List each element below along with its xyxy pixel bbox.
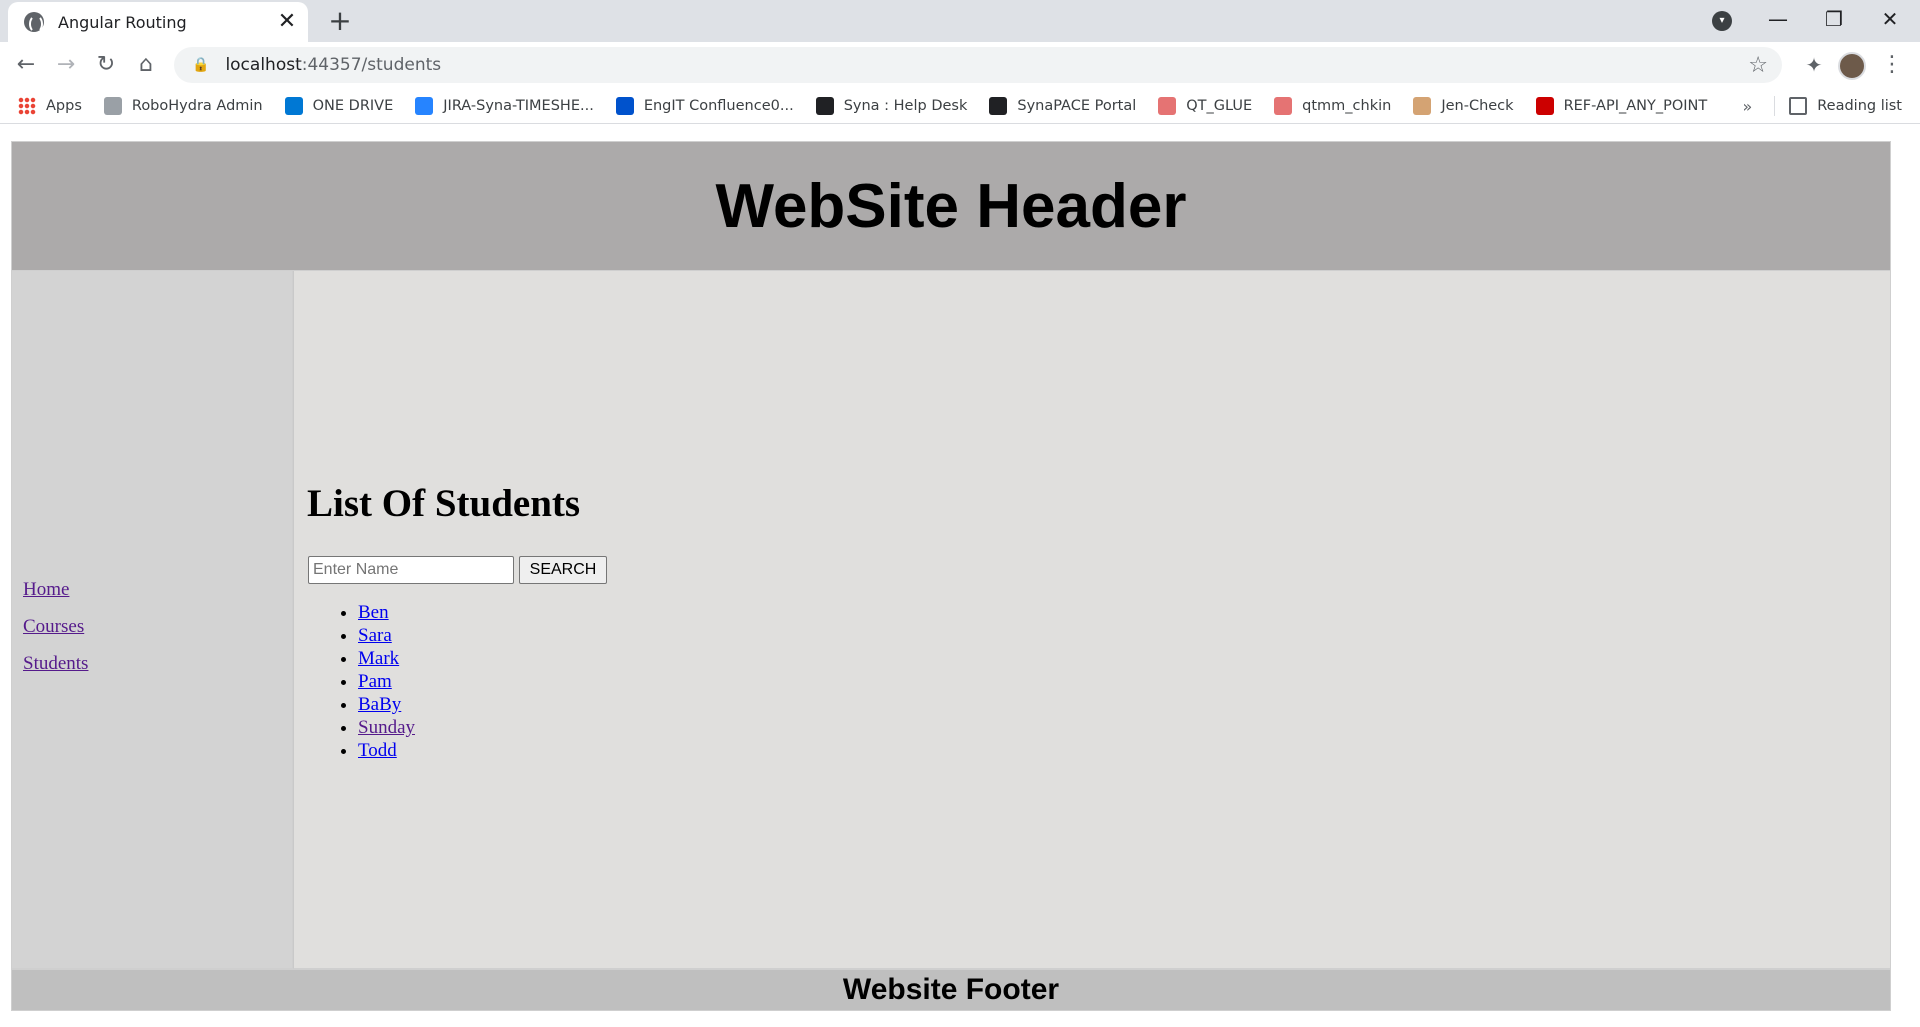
minimize-button[interactable]: — (1750, 0, 1806, 40)
list-item: Sara (358, 624, 415, 647)
site-footer-title: Website Footer (842, 973, 1060, 1006)
page-viewport: WebSite Header Home Courses Students Lis… (0, 125, 1920, 1027)
bookmark-label: ONE DRIVE (312, 97, 394, 114)
jenkins-icon (1413, 96, 1432, 115)
bookmark-item[interactable]: ONE DRIVE (284, 96, 394, 115)
student-link[interactable]: Mark (358, 648, 399, 669)
bookmark-label: REF-API_ANY_POINT (1563, 97, 1708, 114)
nav-link-courses[interactable]: Courses (23, 616, 84, 638)
page-title: List Of Students (307, 482, 581, 525)
globe-icon (24, 12, 44, 33)
sidebar: Home Courses Students (11, 271, 293, 969)
list-item: Mark (358, 647, 415, 670)
tab-search-icon[interactable]: ▾ (1712, 11, 1732, 31)
jira-icon (415, 96, 434, 115)
profile-avatar[interactable] (1838, 52, 1866, 80)
forward-arrow-icon[interactable]: → (50, 49, 82, 81)
confluence-icon (615, 96, 634, 115)
syna-icon (989, 96, 1008, 115)
bookmark-label: SynaPACE Portal (1017, 97, 1137, 114)
syna-icon (815, 96, 834, 115)
student-link[interactable]: Todd (358, 740, 397, 761)
bookmark-label: Jen-Check (1441, 97, 1514, 114)
cisco-icon (1535, 96, 1554, 115)
bookmark-item[interactable]: QT_GLUE (1158, 96, 1253, 115)
student-link[interactable]: Sara (358, 625, 392, 646)
site-footer: Website Footer (11, 969, 1891, 1011)
robohydra-icon (103, 96, 122, 115)
browser-tab[interactable]: Angular Routing ✕ (8, 2, 308, 42)
list-item: BaBy (358, 693, 415, 716)
bookmark-label: JIRA-Syna-TIMESHE... (443, 97, 594, 114)
nav-link-students[interactable]: Students (23, 653, 88, 675)
bookmark-label: Syna : Help Desk (843, 97, 968, 114)
bookmark-item[interactable]: Syna : Help Desk (815, 96, 968, 115)
bookmarks-bar: Apps RoboHydra Admin ONE DRIVE JIRA-Syna-TI… (0, 88, 1920, 124)
lock-icon[interactable]: 🔒 (192, 57, 209, 73)
site-header: WebSite Header (11, 141, 1891, 271)
bookmarks-divider (1774, 96, 1776, 116)
tab-title: Angular Routing (58, 12, 187, 32)
bookmark-label: EngIT Confluence0... (643, 97, 794, 114)
site-header-title: WebSite Header (715, 171, 1187, 241)
student-link[interactable]: BaBy (358, 694, 401, 715)
bookmark-label: Apps (46, 97, 82, 114)
close-window-button[interactable]: ✕ (1862, 0, 1918, 40)
list-item: Todd (358, 739, 415, 762)
bookmark-list: Apps RoboHydra Admin ONE DRIVE JIRA-Syna-TI… (18, 96, 1729, 115)
address-bar[interactable]: 🔒 localhost:44357/students ☆ (174, 47, 1782, 83)
student-link[interactable]: Ben (358, 602, 389, 623)
qt-icon (1158, 96, 1177, 115)
list-item: Ben (358, 601, 415, 624)
tab-strip: Angular Routing ✕ + ▾ — ❐ ✕ (0, 0, 1920, 42)
bookmarks-right: » Reading list (1742, 88, 1902, 124)
back-arrow-icon[interactable]: ← (10, 49, 42, 81)
reading-list-button[interactable]: Reading list (1817, 98, 1902, 114)
bookmark-item[interactable]: JIRA-Syna-TIMESHE... (415, 96, 594, 115)
bookmark-label: QT_GLUE (1186, 97, 1253, 114)
url-text[interactable]: localhost:44357/students (225, 55, 1748, 75)
student-link[interactable]: Sunday (358, 717, 415, 738)
home-icon[interactable]: ⌂ (130, 49, 162, 81)
apps-grid-icon (18, 96, 36, 115)
bookmark-item[interactable]: qtmm_chkin (1274, 96, 1392, 115)
list-item: Sunday (358, 716, 415, 739)
reload-icon[interactable]: ↻ (90, 49, 122, 81)
bookmark-item[interactable]: RoboHydra Admin (103, 96, 263, 115)
browser-toolbar: ← → ↻ ⌂ 🔒 localhost:44357/students ☆ ✦ ⋮ (0, 42, 1920, 88)
reading-list-icon[interactable] (1789, 97, 1808, 115)
close-tab-icon[interactable]: ✕ (276, 11, 298, 33)
search-input[interactable] (308, 556, 514, 584)
more-bookmarks-icon[interactable]: » (1742, 97, 1752, 116)
bookmark-item[interactable]: EngIT Confluence0... (615, 96, 794, 115)
search-button[interactable]: SEARCH (519, 556, 607, 584)
list-item: Pam (358, 670, 415, 693)
bookmark-item[interactable]: Apps (18, 96, 82, 115)
bookmark-label: qtmm_chkin (1302, 97, 1392, 114)
bookmark-item[interactable]: Jen-Check (1413, 96, 1514, 115)
cloud-icon (284, 96, 303, 115)
qt-icon (1274, 96, 1293, 115)
nav-link-home[interactable]: Home (23, 579, 69, 601)
restore-button[interactable]: ❐ (1806, 0, 1862, 40)
main-content: List Of Students SEARCH BenSaraMarkPamBa… (293, 271, 1891, 969)
student-link[interactable]: Pam (358, 671, 392, 692)
student-list: BenSaraMarkPamBaBySundayTodd (310, 601, 415, 762)
new-tab-button[interactable]: + (326, 7, 354, 36)
bookmark-item[interactable]: SynaPACE Portal (989, 96, 1137, 115)
bookmark-star-icon[interactable]: ☆ (1748, 53, 1768, 78)
menu-kebab-icon[interactable]: ⋮ (1880, 50, 1904, 80)
extensions-puzzle-icon[interactable]: ✦ (1800, 50, 1828, 80)
bookmark-label: RoboHydra Admin (131, 97, 263, 114)
bookmark-item[interactable]: REF-API_ANY_POINT (1535, 96, 1708, 115)
